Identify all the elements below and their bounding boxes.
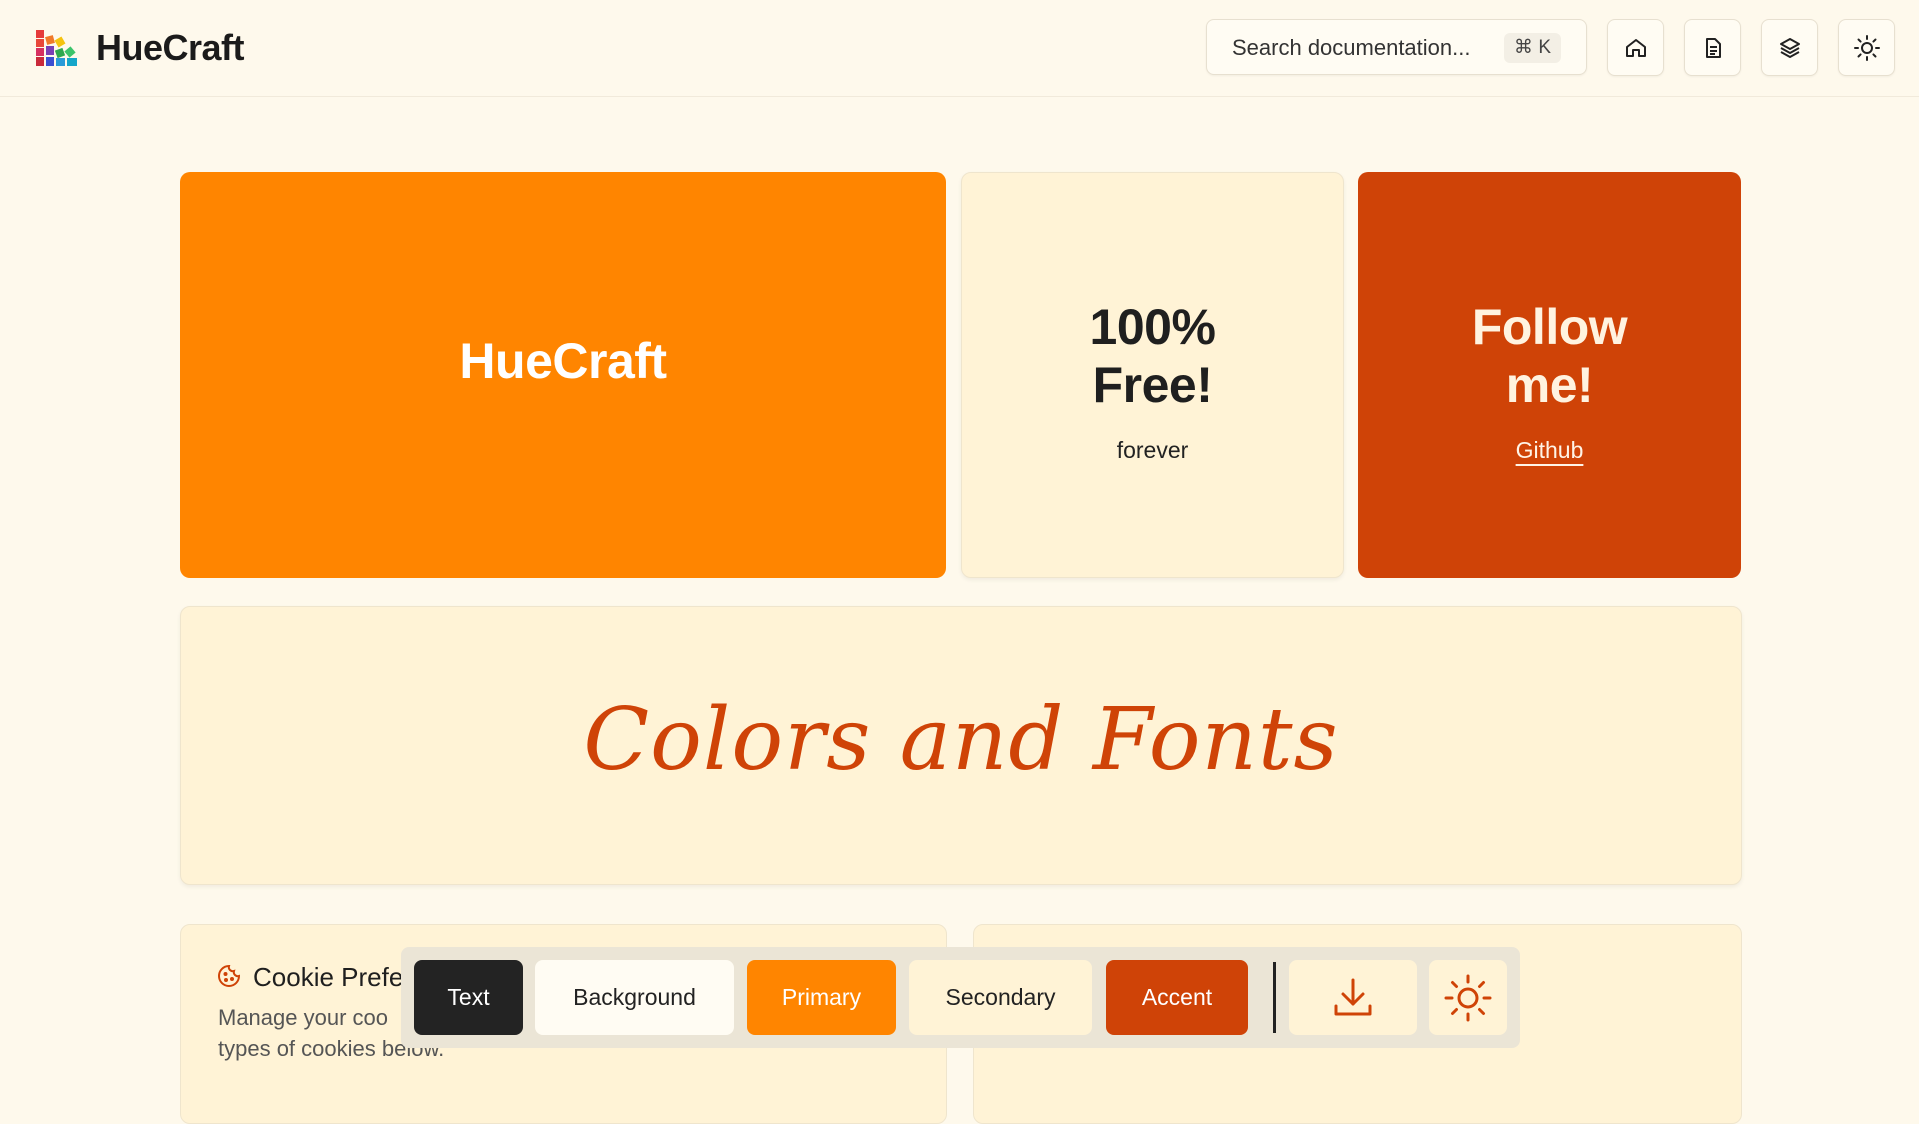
background-color-button[interactable]: Background	[535, 960, 734, 1035]
search-input[interactable]: Search documentation... ⌘ K	[1206, 19, 1587, 75]
text-color-button[interactable]: Text	[414, 960, 523, 1035]
github-link[interactable]: Github	[1516, 437, 1584, 463]
cookie-icon	[218, 964, 241, 987]
search-shortcut-badge: ⌘ K	[1504, 33, 1561, 63]
sun-icon	[1444, 974, 1492, 1021]
sun-icon	[1853, 34, 1880, 61]
home-button[interactable]	[1607, 19, 1664, 76]
search-placeholder: Search documentation...	[1232, 35, 1471, 60]
layers-button[interactable]	[1761, 19, 1818, 76]
docs-button[interactable]	[1684, 19, 1741, 76]
free-subtitle: forever	[1116, 437, 1189, 463]
toolbar-theme-button[interactable]	[1429, 960, 1507, 1035]
github-link-wrap: Github	[1358, 437, 1741, 464]
cookie-preferences-title: Cookie Prefe	[253, 962, 404, 992]
secondary-color-button[interactable]: Secondary	[909, 960, 1092, 1035]
brand-name[interactable]: HueCraft	[96, 26, 245, 70]
colors-fonts-title: Colors and Fonts	[583, 690, 1339, 790]
toolbar-divider	[1273, 962, 1276, 1033]
follow-title-line1: Follow	[1471, 299, 1628, 355]
free-title-line1: 100%	[1089, 299, 1216, 355]
theme-toggle-button[interactable]	[1838, 19, 1895, 76]
top-header: HueCraft Search documentation... ⌘ K	[0, 0, 1919, 97]
accent-color-button[interactable]: Accent	[1106, 960, 1248, 1035]
primary-color-button[interactable]: Primary	[747, 960, 896, 1035]
document-icon	[1705, 37, 1721, 58]
free-title-line2: Free!	[1092, 357, 1213, 413]
download-button[interactable]	[1289, 960, 1417, 1035]
huecraft-logo-icon[interactable]	[34, 26, 80, 70]
download-icon	[1334, 978, 1372, 1015]
layers-icon	[1779, 37, 1800, 58]
home-icon	[1625, 38, 1646, 57]
follow-title-line2: me!	[1505, 357, 1594, 413]
hero-title: HueCraft	[459, 333, 667, 389]
